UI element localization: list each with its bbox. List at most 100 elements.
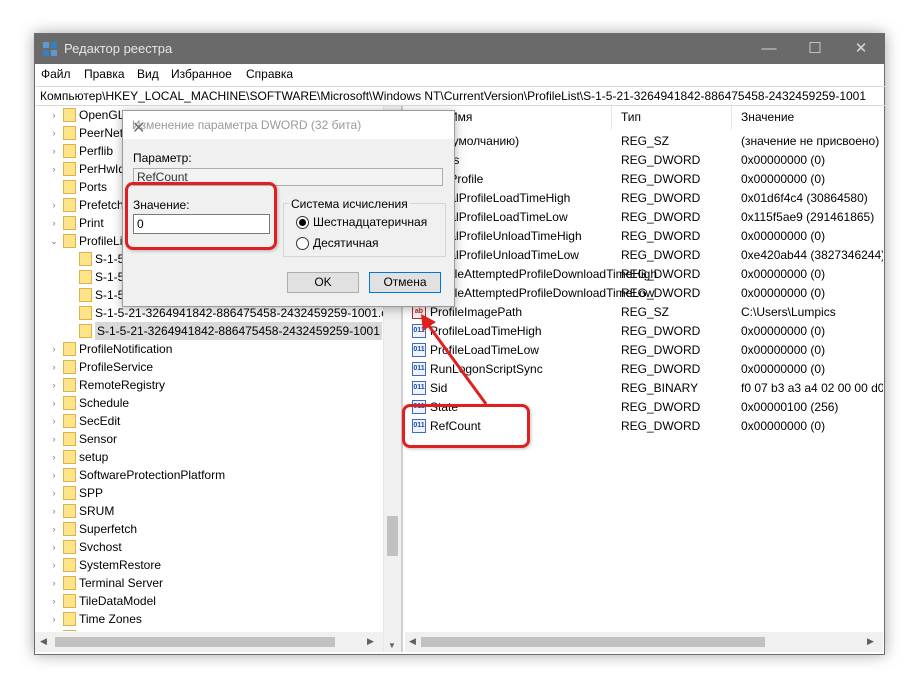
chevron-right-icon[interactable]: ›	[49, 358, 59, 376]
chevron-right-icon[interactable]: ›	[49, 124, 59, 142]
chevron-right-icon[interactable]: ›	[49, 376, 59, 394]
chevron-right-icon[interactable]	[49, 178, 59, 196]
chevron-right-icon[interactable]: ›	[49, 466, 59, 484]
value-row[interactable]: 011ProfileAttemptedProfileDownloadTimeLo…	[405, 284, 883, 303]
tree-item[interactable]: › Token Broker	[35, 628, 383, 631]
values-horizontal-scrollbar[interactable]: ◀ ▶	[405, 632, 883, 652]
menu-file[interactable]: Файл	[41, 67, 71, 81]
maximize-button[interactable]: ☐	[792, 34, 838, 64]
value-row[interactable]: 011FullProfileREG_DWORD0x00000000 (0)	[405, 170, 883, 189]
tree-item[interactable]: › SystemRestore	[35, 556, 383, 574]
tree-item[interactable]: › SPP	[35, 484, 383, 502]
chevron-right-icon[interactable]: ›	[49, 556, 59, 574]
ok-button[interactable]: OK	[287, 272, 359, 293]
tree-item[interactable]: S-1-5-21-3264941842-886475458-2432459259…	[35, 322, 383, 340]
chevron-right-icon[interactable]: ›	[49, 448, 59, 466]
scroll-thumb[interactable]	[421, 637, 765, 647]
tree-item[interactable]: › ProfileService	[35, 358, 383, 376]
value-row[interactable]: 011FlagsREG_DWORD0x00000000 (0)	[405, 151, 883, 170]
tree-item[interactable]: › Schedule	[35, 394, 383, 412]
tree-item[interactable]: › Terminal Server	[35, 574, 383, 592]
chevron-right-icon[interactable]: ›	[49, 610, 59, 628]
chevron-right-icon[interactable]: ›	[49, 142, 59, 160]
chevron-right-icon[interactable]: ›	[49, 502, 59, 520]
tree-item[interactable]: › SRUM	[35, 502, 383, 520]
chevron-right-icon[interactable]	[65, 304, 75, 322]
chevron-right-icon[interactable]: ›	[49, 160, 59, 178]
tree-item-label: Perflib	[79, 144, 114, 158]
radio-decimal[interactable]	[296, 237, 309, 250]
tree-item[interactable]: › SoftwareProtectionPlatform	[35, 466, 383, 484]
column-separator[interactable]	[611, 106, 612, 130]
value-row[interactable]: 011 RunLogonScriptSync REG_DWORD 0x00000000…	[405, 360, 883, 379]
chevron-right-icon[interactable]: ›	[49, 538, 59, 556]
tree-item[interactable]: › Time Zones	[35, 610, 383, 628]
dialog-close-icon[interactable]: ✕	[132, 118, 145, 138]
value-row[interactable]: 011 ProfileLoadTimeHigh REG_DWORD 0x0000000…	[405, 322, 883, 341]
close-button[interactable]: ✕	[838, 34, 884, 64]
radio-hex[interactable]	[296, 216, 309, 229]
value-type: REG_DWORD	[621, 362, 701, 376]
chevron-right-icon[interactable]: ›	[49, 214, 59, 232]
menu-view[interactable]: Вид	[137, 67, 159, 81]
value-type: REG_DWORD	[621, 324, 701, 338]
column-header-data[interactable]: Значение	[741, 110, 794, 124]
chevron-right-icon[interactable]: ›	[49, 430, 59, 448]
value-row[interactable]: 011LocalProfileLoadTimeLowREG_DWORD0x115…	[405, 208, 883, 227]
tree-horizontal-scrollbar[interactable]: ◀ ▶	[35, 632, 383, 652]
menu-edit[interactable]: Правка	[84, 67, 125, 81]
tree-item[interactable]: › RemoteRegistry	[35, 376, 383, 394]
chevron-right-icon[interactable]: ›	[49, 106, 59, 124]
minimize-button[interactable]: —	[746, 34, 792, 64]
address-bar[interactable]: Компьютер\HKEY_LOCAL_MACHINE\SOFTWARE\Mi…	[35, 86, 887, 106]
chevron-right-icon[interactable]	[65, 268, 75, 286]
chevron-right-icon[interactable]	[65, 250, 75, 268]
chevron-right-icon[interactable]	[65, 322, 75, 340]
scroll-thumb[interactable]	[55, 637, 335, 647]
radio-decimal-label[interactable]: Десятичная	[313, 236, 379, 250]
scroll-down-icon[interactable]: ▼	[388, 641, 396, 650]
chevron-down-icon[interactable]: ⌄	[49, 232, 59, 250]
values-list[interactable]: Имя Тип Значение ab(По умолчанию)REG_SZ(…	[405, 106, 883, 632]
column-separator[interactable]	[731, 106, 732, 130]
radio-hex-label[interactable]: Шестнадцатеричная	[313, 215, 427, 229]
value-row[interactable]: 011ProfileAttemptedProfileDownloadTimeHi…	[405, 265, 883, 284]
dialog-title-bar[interactable]: Изменение параметра DWORD (32 бита) ✕	[123, 111, 454, 139]
scroll-right-icon[interactable]: ▶	[367, 636, 374, 647]
folder-icon	[79, 306, 92, 320]
chevron-right-icon[interactable]: ›	[49, 412, 59, 430]
chevron-right-icon[interactable]: ›	[49, 196, 59, 214]
cancel-button[interactable]: Отмена	[369, 272, 441, 293]
chevron-right-icon[interactable]	[65, 286, 75, 304]
scroll-thumb[interactable]	[387, 516, 398, 556]
value-row[interactable]: 011 ProfileLoadTimeLow REG_DWORD 0x00000000…	[405, 341, 883, 360]
tree-item[interactable]: › Sensor	[35, 430, 383, 448]
tree-item[interactable]: › Svchost	[35, 538, 383, 556]
title-bar[interactable]: Редактор реестра — ☐ ✕	[35, 34, 884, 64]
value-row[interactable]: 011LocalProfileUnloadTimeHighREG_DWORD0x…	[405, 227, 883, 246]
scroll-right-icon[interactable]: ▶	[867, 636, 874, 647]
chevron-right-icon[interactable]: ›	[49, 574, 59, 592]
tree-item[interactable]: › ProfileNotification	[35, 340, 383, 358]
chevron-right-icon[interactable]: ›	[49, 484, 59, 502]
tree-item[interactable]: › TileDataModel	[35, 592, 383, 610]
value-row[interactable]: 011LocalProfileUnloadTimeLowREG_DWORD0xe…	[405, 246, 883, 265]
tree-item-label: Token Broker	[79, 628, 150, 631]
tree-item[interactable]: › SecEdit	[35, 412, 383, 430]
menu-favorites[interactable]: Избранное	[171, 67, 232, 81]
menu-help[interactable]: Справка	[246, 67, 293, 81]
chevron-right-icon[interactable]: ›	[49, 628, 59, 631]
chevron-right-icon[interactable]: ›	[49, 592, 59, 610]
tree-item[interactable]: › Superfetch	[35, 520, 383, 538]
chevron-right-icon[interactable]: ›	[49, 394, 59, 412]
value-row[interactable]: 011LocalProfileLoadTimeHighREG_DWORD0x01…	[405, 189, 883, 208]
scroll-left-icon[interactable]: ◀	[409, 636, 416, 647]
column-header-type[interactable]: Тип	[621, 110, 641, 124]
chevron-right-icon[interactable]: ›	[49, 520, 59, 538]
value-row[interactable]: 011 Sid REG_BINARY f0 07 b3 a3 a4 02 00 00 …	[405, 379, 883, 398]
value-row[interactable]: ab ProfileImagePath REG_SZ C:\Users\Lumpics	[405, 303, 883, 322]
value-row[interactable]: ab(По умолчанию)REG_SZ(значение не присв…	[405, 132, 883, 151]
tree-item[interactable]: › setup	[35, 448, 383, 466]
chevron-right-icon[interactable]: ›	[49, 340, 59, 358]
scroll-left-icon[interactable]: ◀	[40, 636, 47, 647]
